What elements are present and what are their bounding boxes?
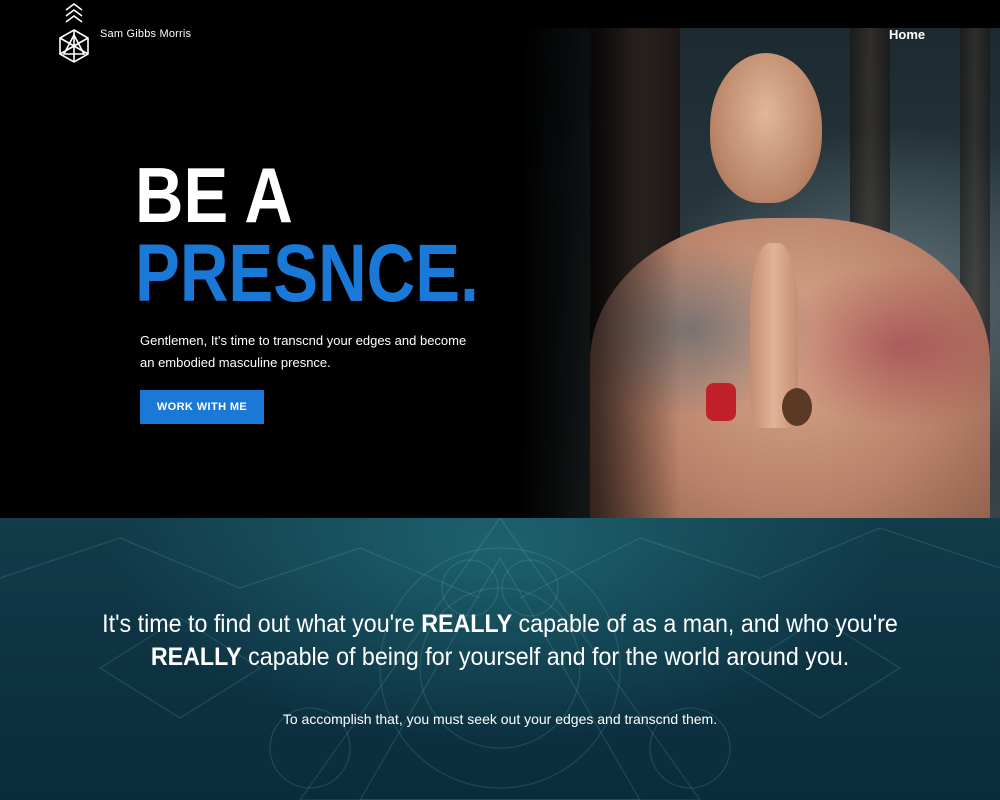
hero-headline-line2: PRESNCE.	[135, 228, 479, 319]
accomplish-text: To accomplish that, you must seek out yo…	[282, 711, 718, 727]
statement-emphasis2: REALLY	[150, 643, 242, 671]
sacred-geometry-arrows-icon[interactable]	[56, 2, 92, 68]
nav-home-link[interactable]: Home	[889, 27, 925, 42]
work-with-me-button[interactable]: WORK WITH ME	[140, 390, 264, 424]
statement-part2: capable of as a man, and who you're	[512, 610, 898, 638]
mission-statement: It's time to find out what you're REALLY…	[91, 608, 909, 674]
top-bar: Sam Gibbs Morris Home	[0, 0, 1000, 70]
hero-headline-line1: BE A	[135, 151, 293, 239]
statement-emphasis1: REALLY	[421, 610, 513, 638]
portrait-fade-overlay	[520, 28, 680, 518]
hero-section: Sam Gibbs Morris Home BE A PRESNCE. Gent…	[0, 0, 1000, 518]
portrait-figure-head	[710, 53, 822, 203]
hero-subtext: Gentlemen, It's time to transcnd your ed…	[140, 333, 467, 370]
red-bracelet	[706, 383, 736, 421]
hero-portrait-image	[520, 28, 1000, 518]
statement-part1: It's time to find out what you're	[102, 610, 422, 638]
statement-part3: capable of being for yourself and for th…	[241, 643, 850, 671]
brand-name[interactable]: Sam Gibbs Morris	[100, 28, 191, 40]
mission-section: It's time to find out what you're REALLY…	[0, 518, 1000, 800]
bead-bracelet	[782, 388, 812, 426]
